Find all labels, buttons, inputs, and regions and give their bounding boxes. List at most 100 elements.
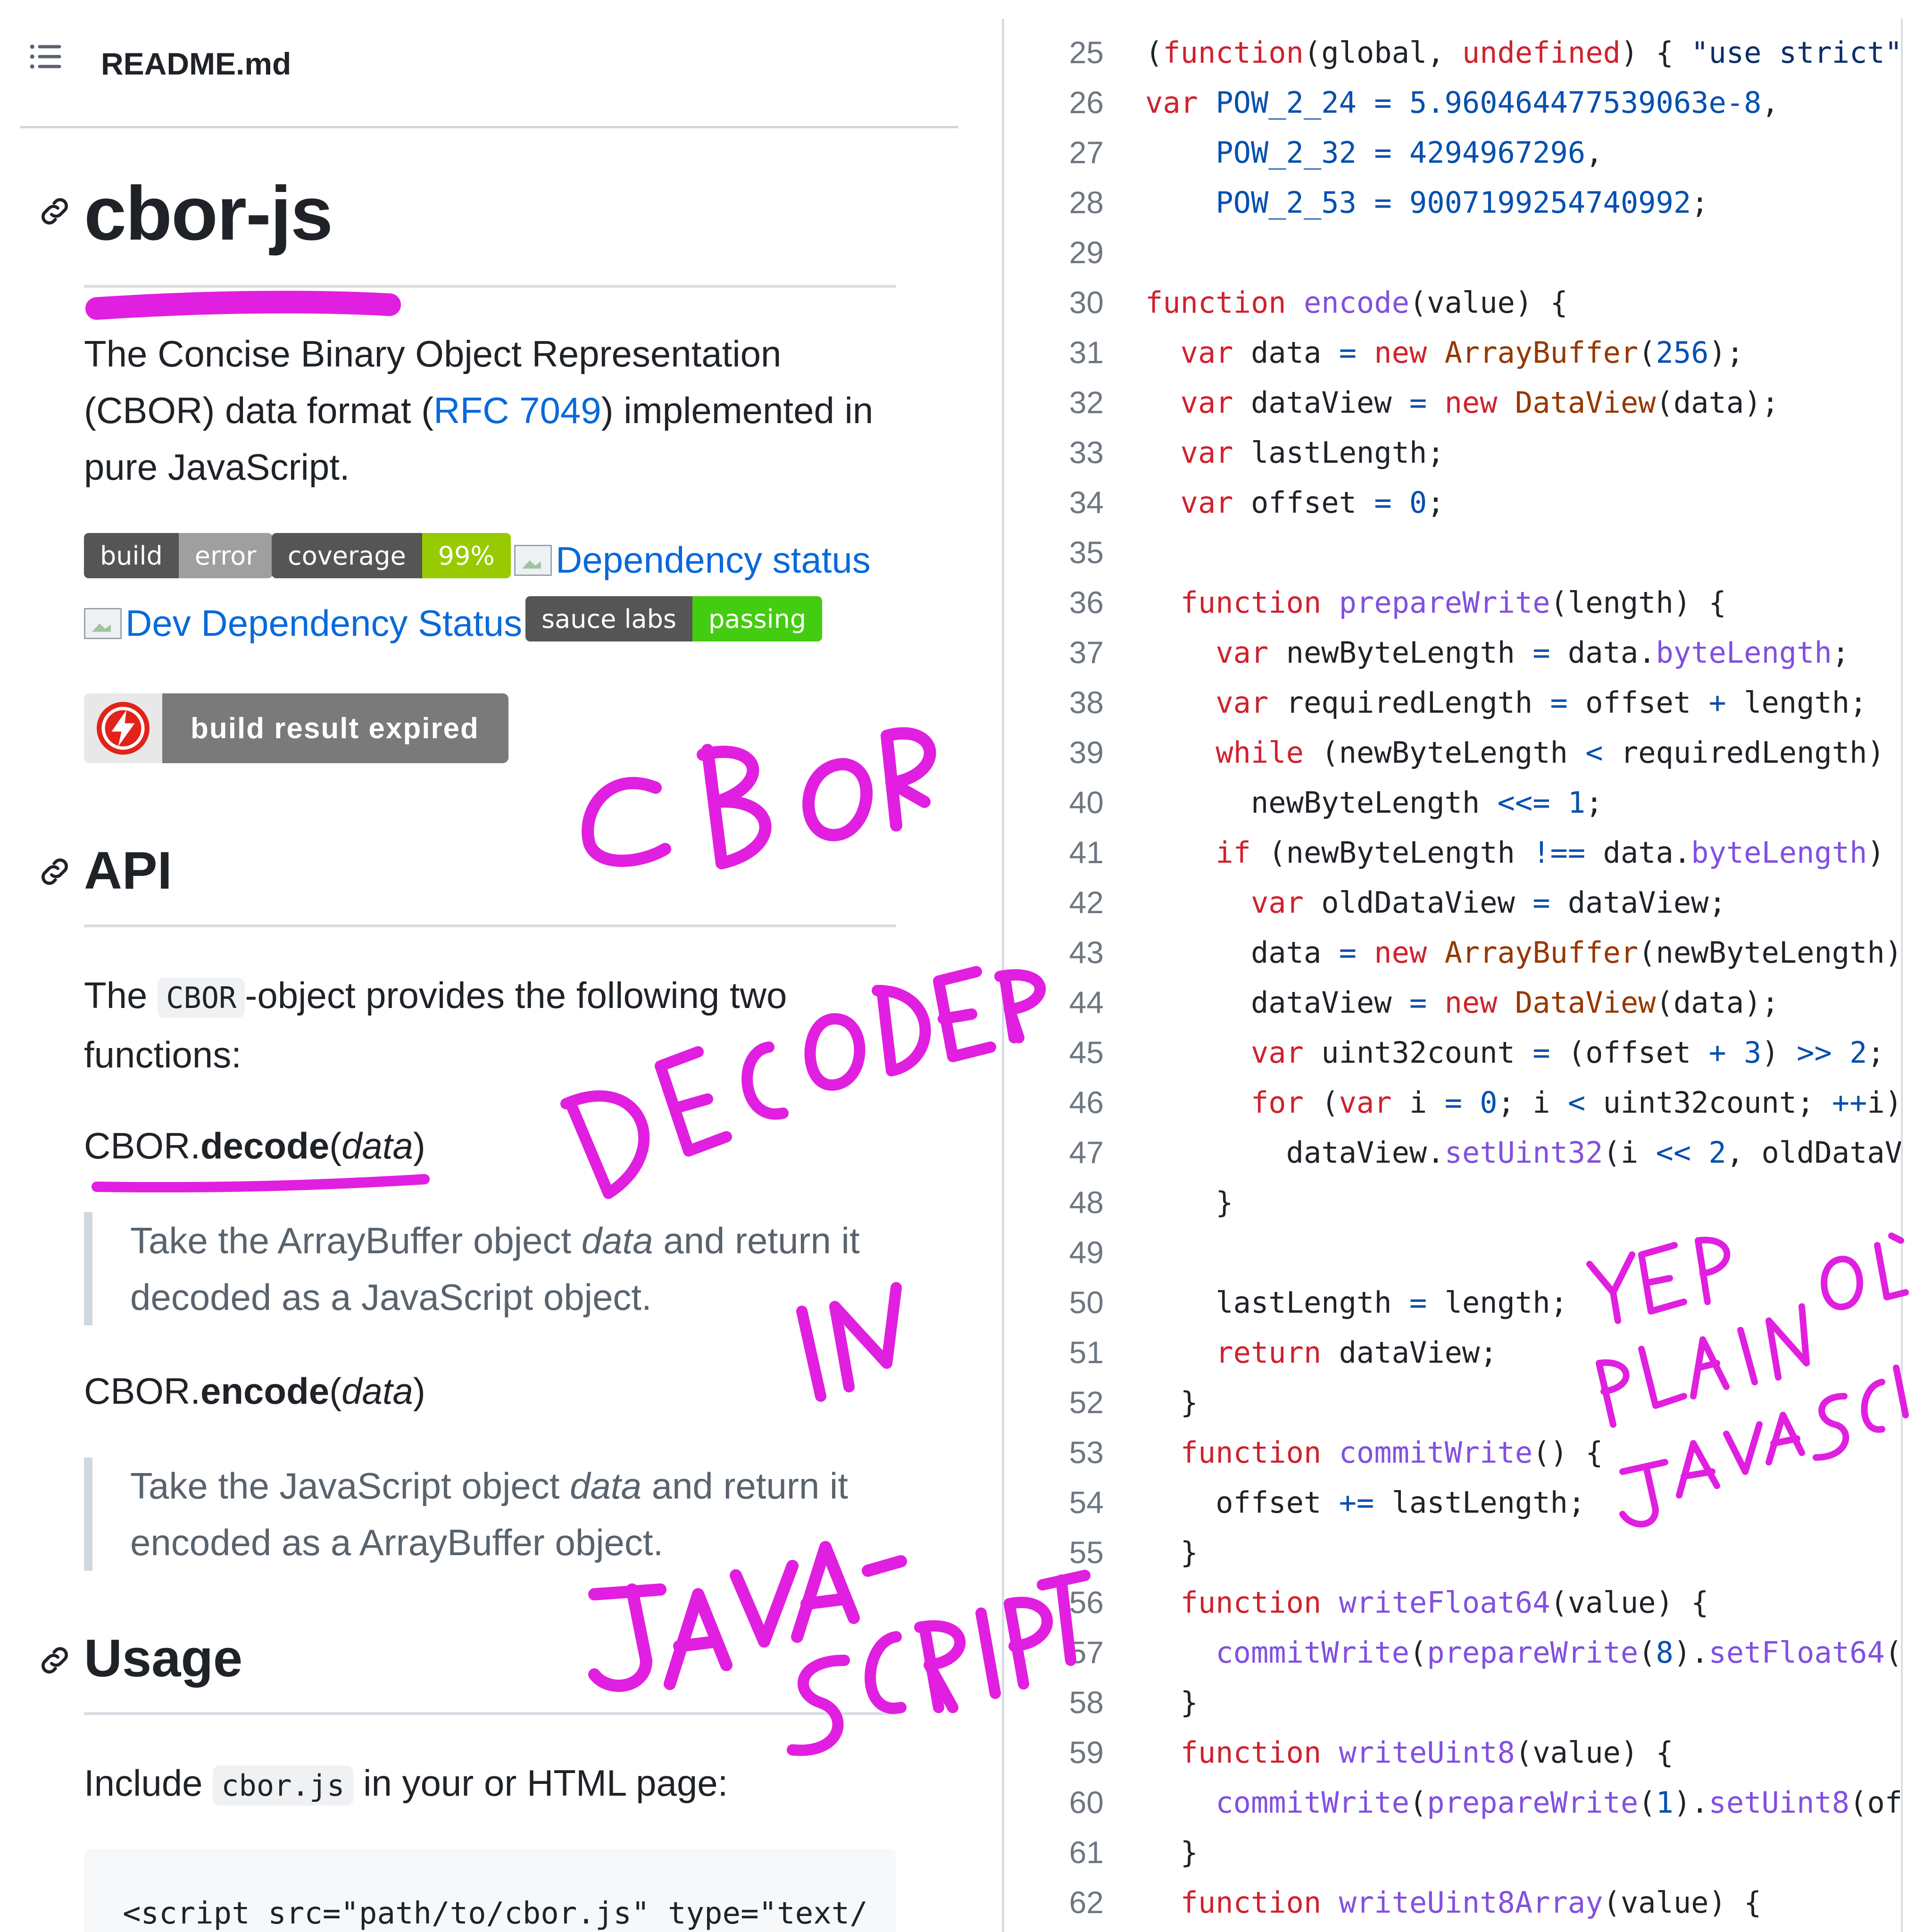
line-content: var dataView = new DataView(data); (1180, 385, 1779, 420)
code-viewer[interactable]: 25 (function(global, undefined) { "use st… (1009, 27, 1901, 1932)
usage-code-block: <script src="path/to/cbor.js" type="text… (84, 1849, 896, 1932)
line-number: 53 (1069, 1435, 1104, 1470)
line-number: 43 (1069, 935, 1104, 970)
line-number: 27 (1069, 135, 1104, 170)
usage-intro: Include cbor.js in your or HTML page: (84, 1755, 905, 1814)
code-line: <script src="path/to/cbor.js" type="text… (123, 1896, 868, 1931)
line-content: function prepareWrite(length) { (1180, 585, 1726, 620)
code-line: 54 offset += lastLength; (1009, 1477, 1901, 1527)
code-line: 62 function writeUint8Array(value) { (1009, 1877, 1901, 1927)
line-number: 61 (1069, 1835, 1104, 1870)
line-number: 31 (1069, 335, 1104, 370)
line-content: offset += lastLength; (1145, 1485, 1586, 1520)
line-content: function writeUint8(value) { (1180, 1735, 1674, 1770)
description: The Concise Binary Object Representation… (84, 333, 874, 488)
line-number: 57 (1069, 1635, 1104, 1670)
line-content: } (1145, 1835, 1198, 1870)
line-number: 55 (1069, 1535, 1104, 1570)
code-line: 49 (1009, 1227, 1901, 1277)
dependency-status-badge[interactable]: Dependency status (514, 539, 871, 582)
readme-filename: README.md (101, 46, 291, 81)
line-number: 26 (1069, 85, 1104, 120)
line-content: newByteLength <<= 1; (1145, 785, 1603, 820)
link-icon[interactable] (36, 1641, 74, 1679)
list-icon[interactable] (26, 37, 66, 76)
line-number: 48 (1069, 1185, 1104, 1220)
line-content: lastLength = length; (1145, 1285, 1568, 1320)
api-heading: API (84, 841, 172, 900)
line-content: (function(global, undefined) { "use stri… (1145, 35, 1901, 70)
code-line: 47 dataView.setUint32(i << 2, oldDataVi (1009, 1127, 1901, 1177)
api-intro: The CBOR -object provides the following t… (84, 974, 787, 1075)
line-content: } (1145, 1185, 1233, 1220)
code-line: 28 POW_2_53 = 9007199254740992; (1009, 177, 1901, 227)
line-content: var requiredLength = offset + length; (1216, 685, 1867, 720)
line-content: var lastLength; (1180, 435, 1445, 470)
line-number: 52 (1069, 1385, 1104, 1420)
line-content: } (1145, 1385, 1198, 1420)
line-number: 38 (1069, 685, 1104, 720)
line-number: 28 (1069, 185, 1104, 220)
link-icon[interactable] (36, 192, 74, 230)
code-line: 37 var newByteLength = data.byteLength; (1009, 627, 1901, 677)
broken-image-icon (84, 608, 122, 639)
line-content: var newByteLength = data.byteLength; (1216, 635, 1850, 670)
code-line: 43 data = new ArrayBuffer(newByteLength)… (1009, 927, 1901, 977)
line-content: while (newByteLength < requiredLength) (1216, 735, 1885, 770)
line-number: 32 (1069, 385, 1104, 420)
build-result-badge[interactable]: build result expired (84, 693, 508, 763)
decode-signature: CBOR.decode(data) (84, 1125, 425, 1166)
line-number: 30 (1069, 285, 1104, 320)
line-number: 36 (1069, 585, 1104, 620)
line-content: POW_2_53 = 9007199254740992; (1216, 185, 1709, 220)
code-line: 58 } (1009, 1677, 1901, 1727)
code-line: 61 } (1009, 1827, 1901, 1877)
line-content: function commitWrite() { (1180, 1435, 1603, 1470)
coverage-badge[interactable]: coverage 99% (272, 533, 511, 578)
code-line: 46 for (var i = 0; i < uint32count; ++i) (1009, 1077, 1901, 1127)
rfc-link[interactable]: RFC 7049 (433, 390, 601, 431)
line-content: } (1145, 1535, 1198, 1570)
line-content: function writeFloat64(value) { (1180, 1585, 1709, 1620)
line-content: var offset = 0; (1180, 485, 1445, 520)
line-number: 62 (1069, 1885, 1104, 1920)
line-number: 35 (1069, 535, 1104, 570)
line-number: 51 (1069, 1335, 1104, 1370)
line-number: 47 (1069, 1135, 1104, 1170)
line-content: data = new ArrayBuffer(newByteLength); (1145, 935, 1901, 970)
decode-description: Take the ArrayBuffer object data and ret… (84, 1212, 905, 1325)
dev-dependency-status-badge[interactable]: Dev Dependency Status (84, 602, 522, 645)
line-number: 46 (1069, 1085, 1104, 1120)
code-line: 35 (1009, 527, 1901, 577)
divider (84, 285, 896, 288)
code-line: 56 function writeFloat64(value) { (1009, 1577, 1901, 1627)
code-line: 48 } (1009, 1177, 1901, 1227)
line-number: 29 (1069, 235, 1104, 270)
pane-edge (1901, 19, 1903, 1932)
code-line: 41 if (newByteLength !== data.byteLength… (1009, 827, 1901, 877)
page-title: cbor-js (84, 171, 333, 256)
code-line: 30 function encode(value) { (1009, 277, 1901, 327)
build-badge[interactable]: build error (84, 533, 273, 578)
line-content: } (1145, 1685, 1198, 1720)
code-line: 42 var oldDataView = dataView; (1009, 877, 1901, 927)
encode-description: Take the JavaScript object data and retu… (84, 1457, 905, 1571)
line-content: POW_2_32 = 4294967296, (1216, 135, 1603, 170)
usage-heading: Usage (84, 1629, 243, 1688)
code-line: 25 (function(global, undefined) { "use st… (1009, 27, 1901, 77)
line-number: 58 (1069, 1685, 1104, 1720)
divider (84, 924, 896, 927)
link-icon[interactable] (36, 853, 74, 891)
line-number: 54 (1069, 1485, 1104, 1520)
code-line: 36 function prepareWrite(length) { (1009, 577, 1901, 627)
pane-divider (1002, 19, 1004, 1932)
line-number: 56 (1069, 1585, 1104, 1620)
code-line: 39 while (newByteLength < requiredLength… (1009, 727, 1901, 777)
broken-image-icon (514, 544, 552, 576)
code-line: 34 var offset = 0; (1009, 477, 1901, 527)
line-content: for (var i = 0; i < uint32count; ++i) (1250, 1085, 1901, 1120)
code-line: 45 var uint32count = (offset + 3) >> 2; (1009, 1027, 1901, 1077)
sauce-labs-badge[interactable]: sauce labs passing (525, 596, 823, 641)
line-number: 45 (1069, 1035, 1104, 1070)
code-line: 60 commitWrite(prepareWrite(1).setUint8(… (1009, 1777, 1901, 1827)
